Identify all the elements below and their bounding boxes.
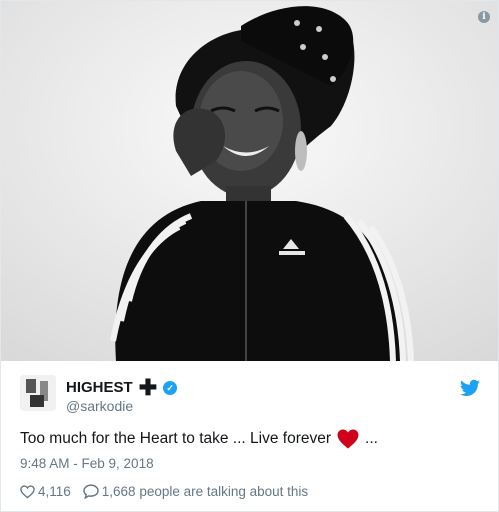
plus-icon: ✚: [138, 374, 158, 400]
likes-count[interactable]: 4,116: [38, 484, 71, 499]
tweet-timestamp[interactable]: 9:48 AM - Feb 9, 2018: [20, 456, 154, 471]
tweet-photo[interactable]: i: [1, 1, 498, 361]
verified-badge-icon: ✓: [163, 380, 178, 395]
tweet-actions: 4,116 1,668 people are talking about thi…: [20, 484, 308, 499]
embedded-tweet-card[interactable]: i HIGHEST ✚ ✓ @sarkodie Too much for the…: [0, 0, 499, 512]
tweet-text-ellipsis: ...: [365, 430, 378, 447]
speech-bubble-icon[interactable]: [83, 484, 99, 499]
twitter-bird-icon[interactable]: [460, 379, 480, 397]
heart-outline-icon[interactable]: [20, 484, 35, 499]
tweet-header: HIGHEST ✚ ✓ @sarkodie: [20, 375, 482, 415]
avatar[interactable]: [20, 375, 56, 411]
display-name[interactable]: HIGHEST ✚ ✓: [66, 374, 178, 400]
conversation-count[interactable]: 1,668 people are talking about this: [102, 484, 308, 499]
tweet-text-main: Too much for the Heart to take ... Live …: [20, 430, 332, 447]
user-handle[interactable]: @sarkodie: [66, 398, 133, 414]
info-icon[interactable]: i: [478, 11, 490, 23]
red-heart-emoji: [337, 429, 359, 449]
display-name-text: HIGHEST: [66, 379, 133, 396]
tweet-text: Too much for the Heart to take ... Live …: [20, 429, 378, 449]
